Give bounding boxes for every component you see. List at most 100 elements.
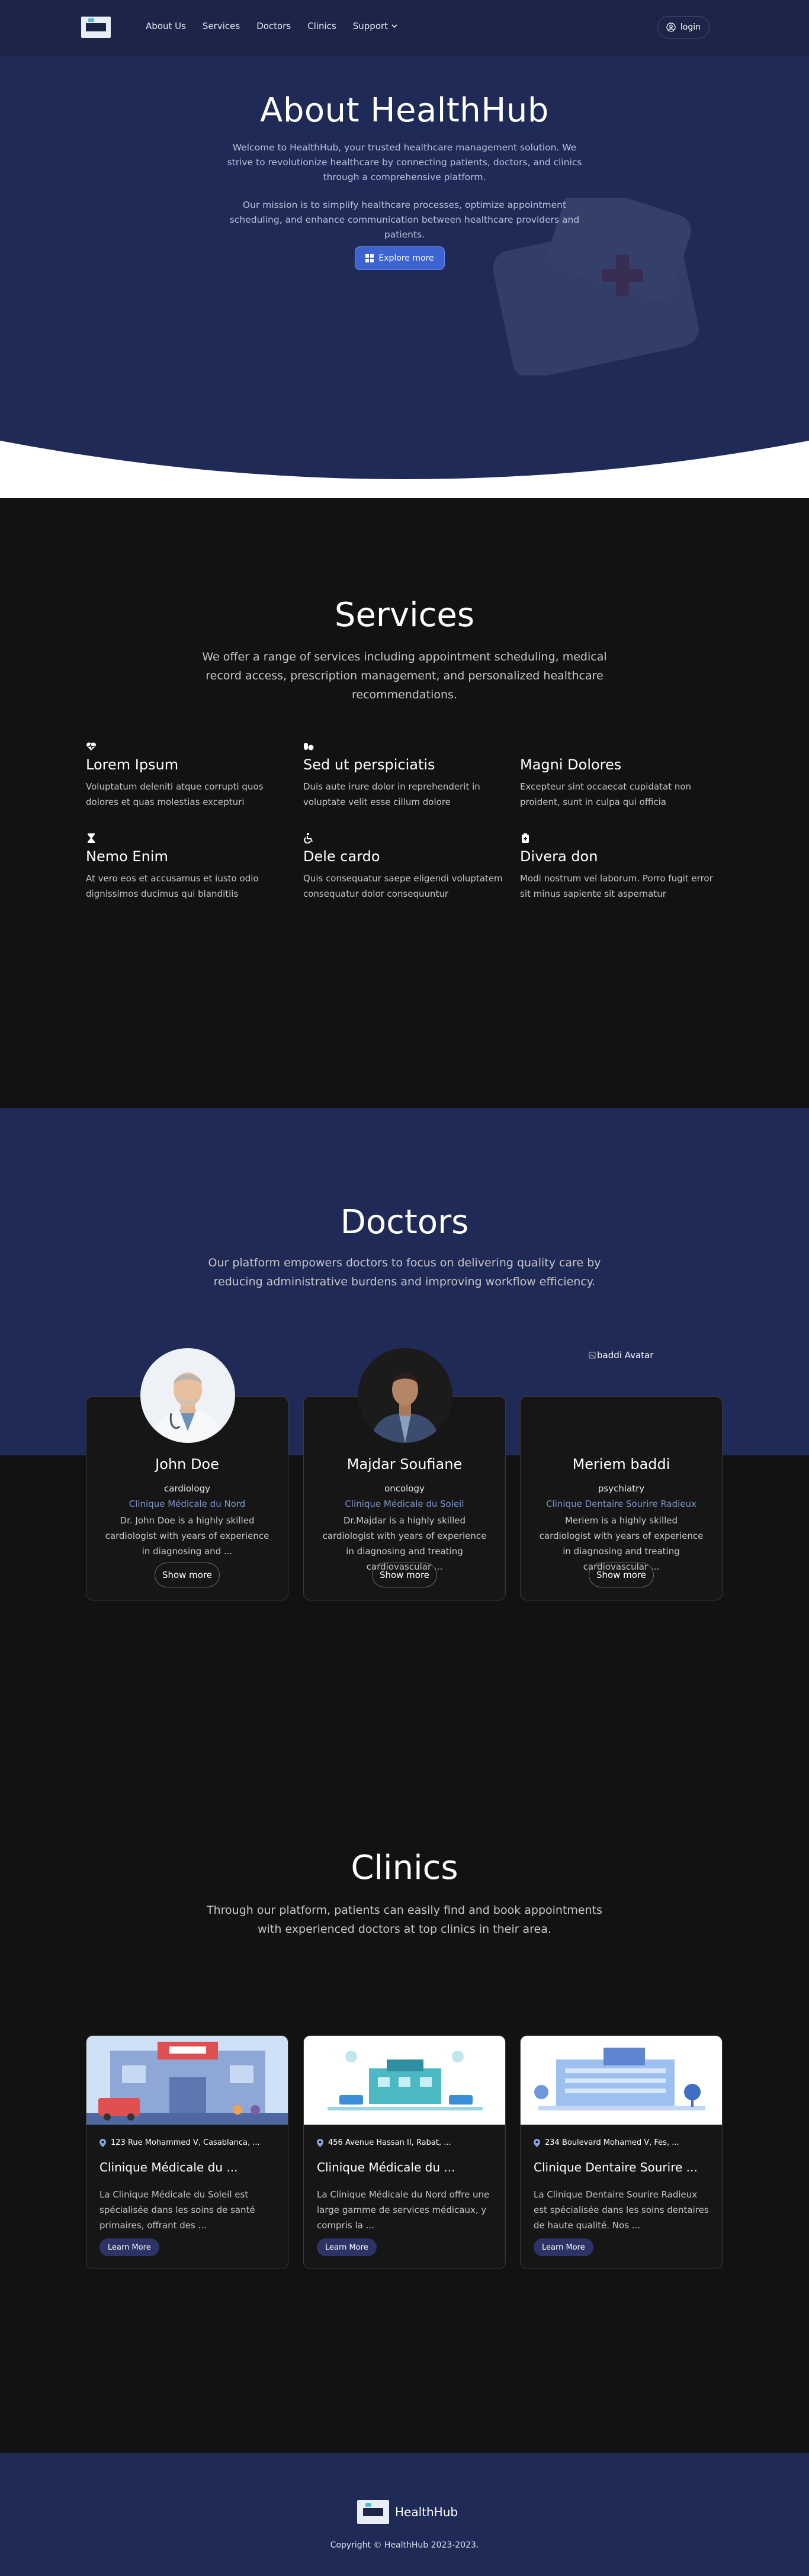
hero-wave-divider [0,441,809,500]
service-item: Nemo Enim At vero eos et accusamus et iu… [86,833,287,902]
logo[interactable] [81,17,111,38]
service-title: Dele cardo [303,848,380,865]
doctors-section: Doctors Our platform empowers doctors to… [0,1108,809,1766]
navbar: About Us Services Doctors Clinics Suppor… [0,0,809,56]
nav-doctors[interactable]: Doctors [256,21,291,31]
clinic-image [304,2036,505,2125]
explore-more-button[interactable]: Explore more [355,246,445,270]
footer-copyright: Copyright © HealthHub 2023-2023. [330,2540,479,2550]
doctor-avatar [358,1348,452,1443]
clinic-name: Clinique Médicale du ... [317,2160,455,2174]
map-pin-icon [534,2138,540,2147]
learn-more-button[interactable]: Learn More [534,2238,593,2256]
medical-bag-icon [522,833,529,843]
clinic-card: 456 Avenue Hassan II, Rabat, ... Cliniqu… [303,2035,506,2269]
doctor-name: John Doe [155,1456,219,1473]
clinic-address: 456 Avenue Hassan II, Rabat, ... [317,2138,492,2147]
service-title: Magni Dolores [520,756,622,773]
learn-more-button[interactable]: Learn More [99,2238,159,2256]
doctor-card: John Doe cardiology Clinique Médicale du… [86,1348,288,1600]
broken-avatar-image: baddi Avatar [589,1350,653,1361]
doctor-specialty: psychiatry [598,1483,645,1494]
heart-pulse-icon [86,742,96,750]
doctor-card: Majdar Soufiane oncology Clinique Médica… [303,1348,506,1600]
nav-support-label: Support [352,21,389,31]
doctor-name: Meriem baddi [572,1456,670,1473]
clinic-card: 234 Boulevard Mohamed V, Fes, ... Cliniq… [520,2035,723,2269]
clinic-address-text: 456 Avenue Hassan II, Rabat, ... [328,2138,451,2147]
service-text: Excepteur sint occaecat cupidatat non pr… [520,781,692,807]
clinic-description: La Clinique Médicale du Nord offre une l… [317,2189,490,2231]
doctor-specialty: cardiology [164,1483,210,1494]
hero-section: About HealthHub Welcome to HealthHub, yo… [0,56,809,500]
wheelchair-icon [304,833,313,844]
service-text: Modi nostrum vel laborum. Porro fugit er… [520,873,713,899]
pills-icon [304,743,314,750]
service-item: Dele cardo Quis consequatur saepe eligen… [303,833,505,902]
explore-more-label: Explore more [378,254,434,263]
clinic-name: Clinique Dentaire Sourire ... [534,2160,698,2174]
show-more-button[interactable]: Show more [589,1563,654,1587]
services-section: Services We offer a range of services in… [0,498,809,1108]
clinic-address: 123 Rue Mohammed V, Casablanca, ... [99,2138,275,2147]
learn-more-button[interactable]: Learn More [317,2238,377,2256]
footer-logo-image [357,2500,389,2524]
service-title: Sed ut perspiciatis [303,756,435,773]
doctor-specialty: oncology [384,1483,425,1494]
clinics-title: Clinics [351,1849,458,1887]
show-more-button[interactable]: Show more [155,1563,220,1587]
doctor-clinic: Clinique Dentaire Sourire Radieux [546,1499,696,1509]
clinics-section: Clinics Through our platform, patients c… [0,1766,809,2453]
doctor-card: Meriem baddi psychiatry Clinique Dentair… [520,1396,723,1600]
show-more-button[interactable]: Show more [372,1563,437,1587]
thermometer-icon [520,741,531,752]
map-pin-icon [317,2138,323,2147]
nav-clinics[interactable]: Clinics [307,21,336,31]
services-title: Services [334,596,475,634]
services-subtitle: We offer a range of services including a… [202,650,607,701]
login-label: login [680,23,701,32]
service-item: Divera don Modi nostrum vel laborum. Por… [520,833,721,902]
chevron-down-icon [391,24,397,28]
hero-mission: Our mission is to simplify healthcare pr… [229,200,580,240]
doctor-name: Majdar Soufiane [346,1456,463,1473]
clinic-address: 234 Boulevard Mohamed V, Fes, ... [534,2138,709,2147]
clinic-card: 123 Rue Mohammed V, Casablanca, ... Clin… [86,2035,288,2269]
user-circle-icon [666,23,676,32]
service-title: Divera don [520,848,598,865]
nav-services[interactable]: Services [203,21,240,31]
service-title: Lorem Ipsum [86,756,179,773]
hero-title: About HealthHub [260,91,549,130]
footer-logo[interactable]: HealthHub [357,2500,458,2524]
nav-support-dropdown[interactable]: Support [353,21,397,31]
nav-about-us[interactable]: About Us [146,21,186,31]
service-item: Lorem Ipsum Voluptatum deleniti atque co… [86,741,287,810]
doctor-avatar [140,1348,235,1443]
service-text: Quis consequatur saepe eligendi voluptat… [303,873,503,899]
clinic-name: Clinique Médicale du ... [99,2160,238,2174]
service-text: Voluptatum deleniti atque corrupti quos … [86,781,264,807]
clinic-address-text: 234 Boulevard Mohamed V, Fes, ... [545,2138,679,2147]
clinic-image [86,2036,288,2125]
service-text: At vero eos et accusamus et iusto odio d… [86,873,259,899]
doctors-title: Doctors [340,1203,469,1242]
clinic-description: La Clinique Médicale du Soleil est spéci… [99,2189,255,2231]
hero-intro: Welcome to HealthHub, your trusted healt… [227,142,582,182]
doctors-subtitle: Our platform empowers doctors to focus o… [208,1256,601,1288]
nav-links: About Us Services Doctors Clinics Suppor… [146,21,397,31]
broken-avatar-alt: baddi Avatar [597,1350,654,1361]
clinic-description: La Clinique Dentaire Sourire Radieux est… [534,2189,709,2231]
broken-image-icon [589,1352,596,1359]
login-button[interactable]: login [657,16,710,39]
clinic-image [521,2036,722,2125]
doctor-clinic: Clinique Médicale du Nord [129,1499,246,1509]
footer-brand: HealthHub [395,2505,458,2519]
doctor-clinic: Clinique Médicale du Soleil [345,1499,464,1509]
service-item: Sed ut perspiciatis Duis aute irure dolo… [303,741,505,810]
clinic-address-text: 123 Rue Mohammed V, Casablanca, ... [111,2138,260,2147]
grid-icon [365,254,374,262]
doctor-description: Dr. John Doe is a highly skilled cardiol… [105,1515,269,1557]
service-text: Duis aute irure dolor in reprehenderit i… [303,781,480,807]
service-title: Nemo Enim [86,848,168,865]
service-item: Magni Dolores Excepteur sint occaecat cu… [520,741,721,810]
